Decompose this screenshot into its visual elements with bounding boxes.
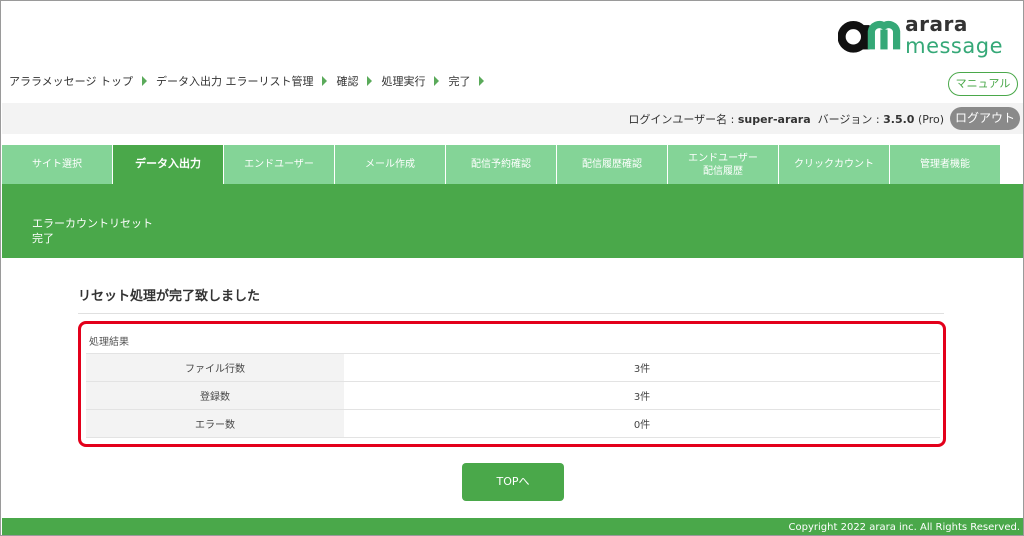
tab-data-io[interactable]: データ入出力 <box>113 145 224 184</box>
result-value: 3件 <box>344 381 940 410</box>
breadcrumb-confirm[interactable]: 確認 <box>336 73 358 89</box>
user-info: ログインユーザー名 : super-arara バージョン : 3.5.0 (P… <box>628 111 944 127</box>
result-value: 0件 <box>344 409 940 438</box>
footer: Copyright 2022 arara inc. All Rights Res… <box>2 518 1023 535</box>
tab-mail-create[interactable]: メール作成 <box>335 145 446 184</box>
login-user-name: super-arara <box>737 113 811 126</box>
top-button[interactable]: TOPへ <box>462 463 564 501</box>
manual-button[interactable]: マニュアル <box>948 72 1018 96</box>
table-row: エラー数 0件 <box>86 409 940 438</box>
result-key: ファイル行数 <box>86 353 344 382</box>
login-user-label: ログインユーザー名 : <box>628 113 738 126</box>
tab-delivery-reservation[interactable]: 配信予約確認 <box>446 145 557 184</box>
arara-logo[interactable]: arara message <box>838 9 1003 61</box>
breadcrumb-arrow-icon <box>322 76 328 86</box>
page-title-band: エラーカウントリセット 完了 <box>2 184 1023 258</box>
table-row: 登録数 3件 <box>86 381 940 410</box>
page-subtitle: 完了 <box>32 232 54 246</box>
logo-text-arara: arara <box>905 11 968 36</box>
version-number: 3.5.0 <box>883 113 915 126</box>
app-window: arara message アララメッセージ トップ データ入出力 エラーリスト… <box>0 0 1024 536</box>
tab-site-select[interactable]: サイト選択 <box>2 145 113 184</box>
am-logo-icon <box>838 20 901 53</box>
tab-delivery-history[interactable]: 配信履歴確認 <box>557 145 668 184</box>
version-label: バージョン : <box>817 113 884 126</box>
tab-admin[interactable]: 管理者機能 <box>890 145 1001 184</box>
tab-click-count[interactable]: クリックカウント <box>779 145 890 184</box>
divider <box>78 313 944 314</box>
tab-end-user[interactable]: エンドユーザー <box>224 145 335 184</box>
breadcrumb-arrow-icon <box>367 76 373 86</box>
completion-heading: リセット処理が完了致しました <box>78 289 261 304</box>
result-key: 登録数 <box>86 381 344 410</box>
tab-end-user-delivery-history[interactable]: エンドユーザー 配信履歴 <box>668 145 779 184</box>
tab-label-line2: 配信履歴 <box>703 165 743 177</box>
breadcrumb-top[interactable]: アララメッセージ トップ <box>9 73 133 89</box>
breadcrumb-arrow-icon <box>434 76 440 86</box>
result-panel: 処理結果 ファイル行数 3件 登録数 3件 エラー数 0件 <box>86 329 940 441</box>
main-nav-tabs: サイト選択 データ入出力 エンドユーザー メール作成 配信予約確認 配信履歴確認… <box>2 145 1001 184</box>
result-value: 3件 <box>344 353 940 382</box>
page-title: エラーカウントリセット <box>32 217 153 230</box>
user-bar: ログインユーザー名 : super-arara バージョン : 3.5.0 (P… <box>2 103 1023 134</box>
result-key: エラー数 <box>86 409 344 438</box>
result-highlight-box: 処理結果 ファイル行数 3件 登録数 3件 エラー数 0件 <box>78 321 946 447</box>
logo-text-message: message <box>905 33 1003 58</box>
table-row: ファイル行数 3件 <box>86 353 940 382</box>
tab-label-line1: エンドユーザー <box>688 152 758 164</box>
breadcrumb: アララメッセージ トップ データ入出力 エラーリスト管理 確認 処理実行 完了 <box>9 73 493 89</box>
breadcrumb-complete: 完了 <box>448 75 471 88</box>
version-edition: (Pro) <box>914 113 944 126</box>
result-caption: 処理結果 <box>89 337 129 348</box>
breadcrumb-execute[interactable]: 処理実行 <box>381 73 425 89</box>
breadcrumb-arrow-icon <box>141 76 147 86</box>
result-table: ファイル行数 3件 登録数 3件 エラー数 0件 <box>86 353 940 438</box>
logout-button[interactable]: ログアウト <box>950 107 1020 130</box>
breadcrumb-arrow-icon <box>479 76 485 86</box>
breadcrumb-error-list[interactable]: データ入出力 エラーリスト管理 <box>156 73 314 89</box>
